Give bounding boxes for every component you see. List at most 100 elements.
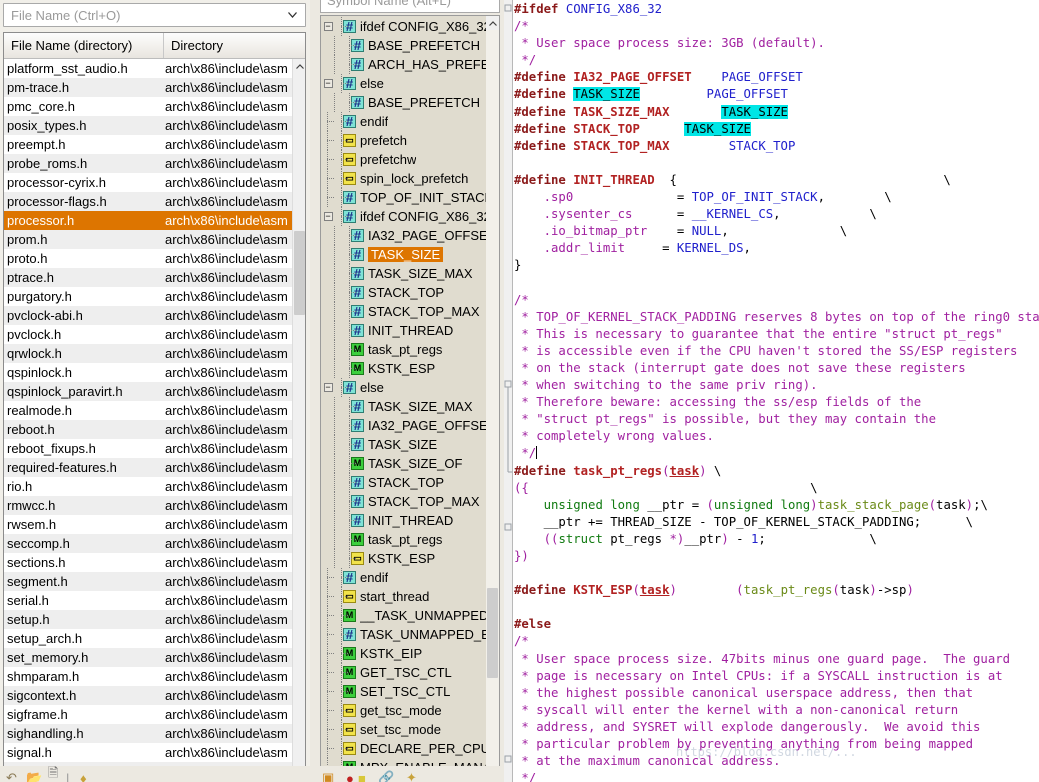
symbol-tree-node[interactable]: ▭ prefetch [321,131,486,150]
code-text[interactable]: #ifdef CONFIG_X86_32/* * User space proc… [514,0,1039,782]
symbol-tree-node[interactable]: #TASK_UNMAPPED_BASE [321,625,486,644]
symbol-tree-node[interactable]: # STACK_TOP [321,473,486,492]
symbol-tree-node[interactable]: # TOP_OF_INIT_STACK [321,188,486,207]
file-list-row[interactable]: rmwcc.h arch\x86\include\asm [4,496,292,515]
collapse-expander-icon[interactable]: − [323,212,333,221]
symbol-tree-node[interactable]: # INIT_THREAD [321,321,486,340]
symbol-tree-node[interactable]: # endif [321,568,486,587]
file-list-row[interactable]: qspinlock_paravirt.h arch\x86\include\asm [4,382,292,401]
symbol-tree-node[interactable]: ▭ set_tsc_mode [321,720,486,739]
file-list-row[interactable]: set_memory.h arch\x86\include\asm [4,648,292,667]
collapse-expander-icon[interactable]: − [323,383,333,392]
file-list-row[interactable]: proto.h arch\x86\include\asm [4,249,292,268]
note-icon[interactable]: 🗎 [48,766,58,782]
symbol-tree-node[interactable]: # STACK_TOP [321,283,486,302]
file-list-row[interactable]: reboot_fixups.h arch\x86\include\asm [4,439,292,458]
code-editor[interactable]: #ifdef CONFIG_X86_32/* * User space proc… [504,0,1039,782]
file-list-row[interactable]: segment.h arch\x86\include\asm [4,572,292,591]
file-list-row[interactable]: reboot.h arch\x86\include\asm [4,420,292,439]
tree-expander[interactable]: − [321,378,335,397]
symbol-tree-node[interactable]: # TASK_SIZE_MAX [321,264,486,283]
symbol-tree-node[interactable]: # endif [321,112,486,131]
symbol-tree-node[interactable]: ▭ start_thread [321,587,486,606]
file-list-row[interactable]: setup_arch.h arch\x86\include\asm [4,629,292,648]
collapse-expander-icon[interactable]: − [323,79,333,88]
collapse-expander-icon[interactable]: − [323,22,333,31]
file-list-row[interactable]: sigframe.h arch\x86\include\asm [4,705,292,724]
scroll-up-icon[interactable] [293,59,305,73]
symbol-tree-node[interactable]: ▭ DECLARE_PER_CPU [321,739,486,758]
scrollbar-thumb[interactable] [294,231,305,315]
symbol-tree-node[interactable]: # BASE_PREFETCH [321,93,486,112]
symbol-tree-node[interactable]: # INIT_THREAD [321,511,486,530]
file-list-row[interactable]: posix_types.h arch\x86\include\asm [4,116,292,135]
file-list-row[interactable]: pvclock-abi.h arch\x86\include\asm [4,306,292,325]
symbol-tree-scrollbar[interactable] [486,16,499,781]
tree-scroll-up-icon[interactable] [486,16,499,30]
symbol-tree-node[interactable]: ▭ prefetchw [321,150,486,169]
file-list-row[interactable]: purgatory.h arch\x86\include\asm [4,287,292,306]
tree-scrollbar-thumb[interactable] [487,588,498,678]
column-header-directory[interactable]: Directory [164,33,305,58]
file-list-row[interactable]: signal.h arch\x86\include\asm [4,743,292,762]
symbol-tree[interactable]: − # ifdef CONFIG_X86_32 # BASE_PREFETCH # ARCH… [320,15,500,782]
file-list-row[interactable]: processor-cyrix.h arch\x86\include\asm [4,173,292,192]
tree-expander[interactable]: − [321,74,335,93]
tree-expander[interactable]: − [321,17,335,36]
record-icon[interactable]: ● [346,771,354,782]
symbol-tree-node[interactable]: M KSTK_ESP [321,359,486,378]
file-list-row[interactable]: qrwlock.h arch\x86\include\asm [4,344,292,363]
chevron-down-icon[interactable] [283,4,301,26]
symbol-tree-node[interactable]: − # ifdef CONFIG_X86_32 [321,17,486,36]
symbol-tree-node[interactable]: # IA32_PAGE_OFFSET [321,416,486,435]
code-fold-gutter[interactable] [504,0,513,782]
file-list-row[interactable]: rwsem.h arch\x86\include\asm [4,515,292,534]
symbol-tree-node[interactable]: − # ifdef CONFIG_X86_32 [321,207,486,226]
file-list-row[interactable]: processor-flags.h arch\x86\include\asm [4,192,292,211]
symbol-tree-node[interactable]: Mtask_pt_regs [321,530,486,549]
file-list-row[interactable]: shmparam.h arch\x86\include\asm [4,667,292,686]
symbol-tree-node[interactable]: # TASK_SIZE [321,245,486,264]
link-icon[interactable]: 🔗 [378,770,394,782]
window-icon[interactable]: ▣ [322,770,334,782]
symbol-tree-node[interactable]: − # else [321,378,486,397]
file-list-row[interactable]: probe_roms.h arch\x86\include\asm [4,154,292,173]
file-name-search-input[interactable]: File Name (Ctrl+O) [11,8,120,23]
symbol-name-search-combo[interactable]: Symbol Name (Alt+L) [320,0,500,13]
file-list-row[interactable]: preempt.h arch\x86\include\asm [4,135,292,154]
file-list-row[interactable]: realmode.h arch\x86\include\asm [4,401,292,420]
symbol-tree-node[interactable]: #ARCH_HAS_PREFETCH [321,55,486,74]
file-list-row[interactable]: required-features.h arch\x86\include\asm [4,458,292,477]
folder-icon[interactable]: 📂 [26,770,42,782]
symbol-tree-node[interactable]: # TASK_SIZE [321,435,486,454]
file-list-row[interactable]: sections.h arch\x86\include\asm [4,553,292,572]
file-list-row[interactable]: setup.h arch\x86\include\asm [4,610,292,629]
file-list-row[interactable]: serial.h arch\x86\include\asm [4,591,292,610]
symbol-tree-node[interactable]: M TASK_SIZE_OF [321,454,486,473]
symbol-tree-node[interactable]: # TASK_SIZE_MAX [321,397,486,416]
bookmark-icon[interactable]: ♦ [80,771,87,782]
symbol-tree-node[interactable]: M SET_TSC_CTL [321,682,486,701]
file-list-row[interactable]: prom.h arch\x86\include\asm [4,230,292,249]
symbol-tree-node[interactable]: − # else [321,74,486,93]
column-header-file-name[interactable]: File Name (directory) [4,33,164,58]
symbol-tree-node[interactable]: # STACK_TOP_MAX [321,492,486,511]
symbol-name-search-input[interactable]: Symbol Name (Alt+L) [327,0,451,8]
file-list-row[interactable]: pvclock.h arch\x86\include\asm [4,325,292,344]
file-list-row[interactable]: rio.h arch\x86\include\asm [4,477,292,496]
symbol-tree-node[interactable]: # STACK_TOP_MAX [321,302,486,321]
tree-expander[interactable]: − [321,207,335,226]
file-name-search-combo[interactable]: File Name (Ctrl+O) [3,3,306,27]
star-icon[interactable]: ✦ [406,770,417,782]
file-list-row[interactable]: pm-trace.h arch\x86\include\asm [4,78,292,97]
symbol-tree-node[interactable]: ▭ KSTK_ESP [321,549,486,568]
symbol-tree-node[interactable]: # BASE_PREFETCH [321,36,486,55]
back-arrow-icon[interactable]: ↶ [6,770,17,782]
symbol-tree-node[interactable]: # IA32_PAGE_OFFSET [321,226,486,245]
file-list-row[interactable]: sigcontext.h arch\x86\include\asm [4,686,292,705]
symbol-tree-node[interactable]: M__TASK_UNMAPPED_BASE [321,606,486,625]
symbol-tree-node[interactable]: Mtask_pt_regs [321,340,486,359]
file-list-row[interactable]: sighandling.h arch\x86\include\asm [4,724,292,743]
symbol-tree-node[interactable]: M GET_TSC_CTL [321,663,486,682]
file-list-row[interactable]: pmc_core.h arch\x86\include\asm [4,97,292,116]
